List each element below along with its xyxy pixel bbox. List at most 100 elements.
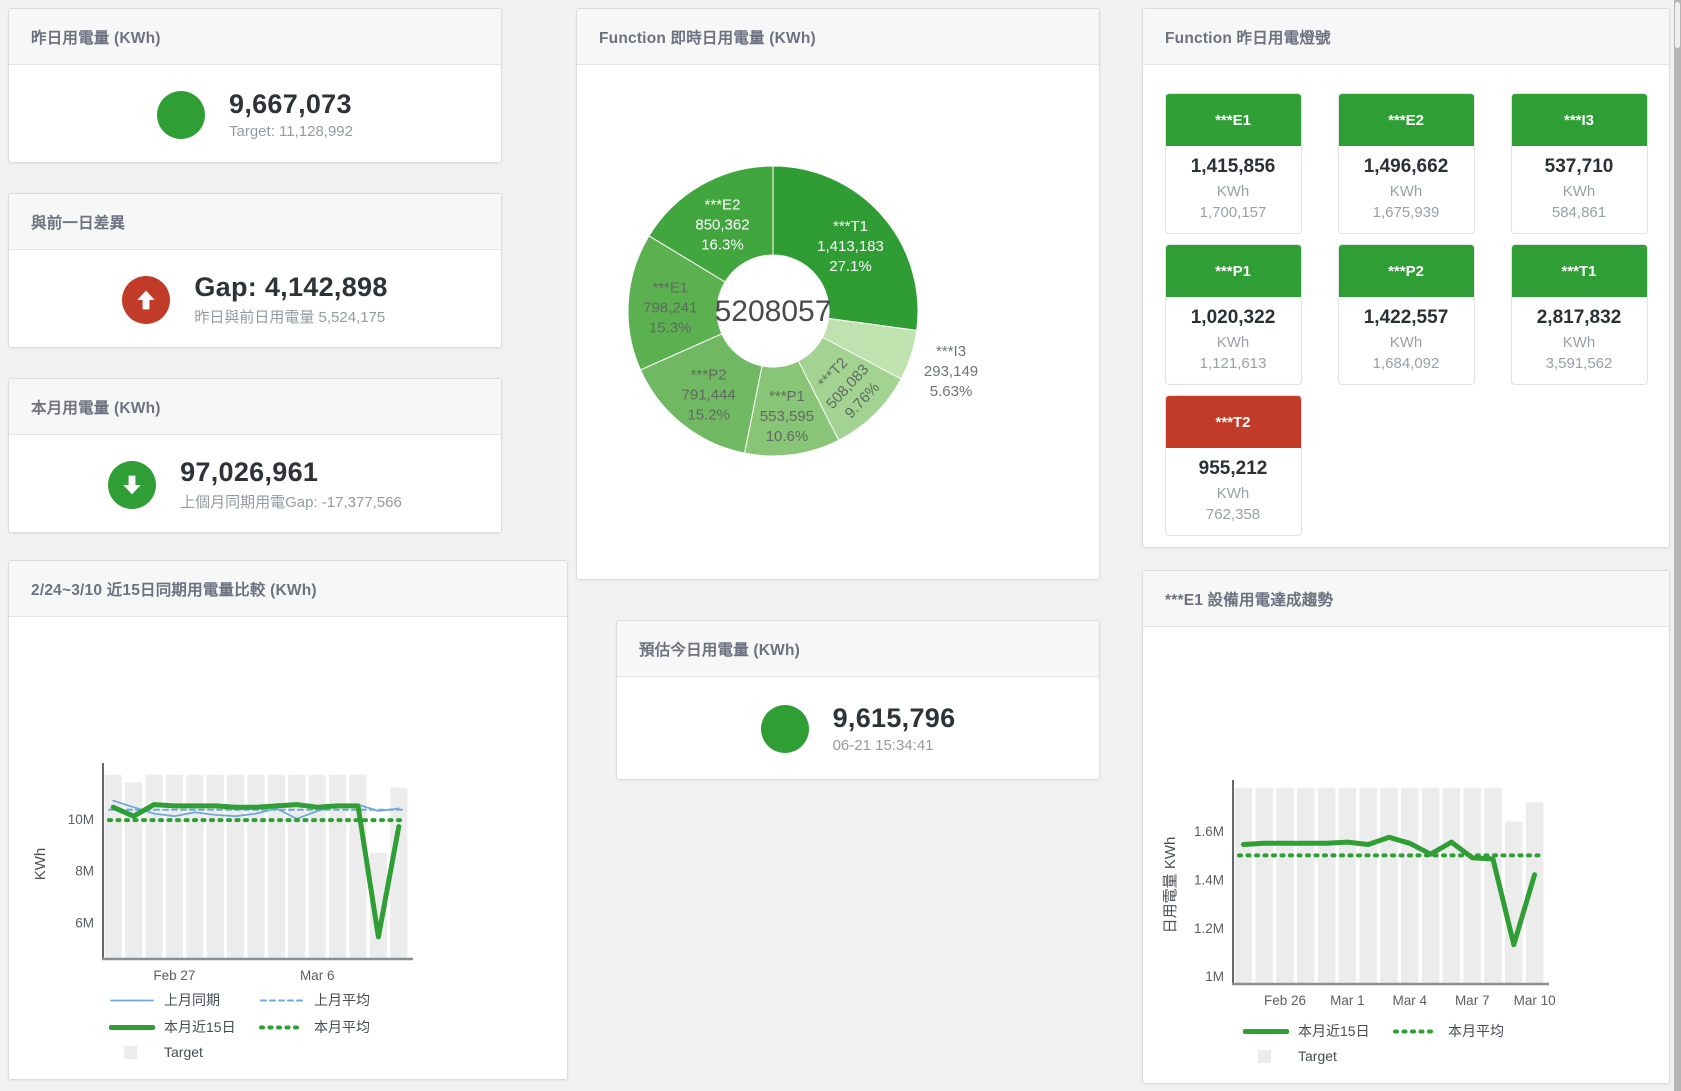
singlestat-month: 97,026,961 上個月同期用電Gap: -17,377,566 [9, 435, 501, 534]
target-bar [1255, 788, 1272, 984]
compare-chart-legend: 上月同期 上月平均本月近15日 本月平均 Target [109, 990, 439, 1067]
legend-swatch-icon [1243, 1024, 1289, 1039]
panel-title-month[interactable]: 本月用電量 (KWh) [9, 379, 501, 435]
singlestat-estimate: 9,615,796 06-21 15:34:41 [617, 677, 1099, 780]
tile-target: 1,121,613 [1166, 353, 1301, 375]
middle-column: Function 即時日用電量 (KWh) ***T11,413,18327.1… [576, 8, 1100, 780]
right-column: Function 昨日用電燈號 ***E11,415,856KWh1,700,1… [1142, 8, 1670, 1084]
panel-e1-trend: ***E1 設備用電達成趨勢 1M1.2M1.4M1.6M日用電量 KWhFeb… [1142, 570, 1670, 1084]
green-circle-icon [761, 705, 809, 753]
target-bar [268, 775, 285, 959]
legend-label: 本月近15日 [164, 1017, 236, 1037]
target-bar [1443, 788, 1460, 984]
panel-today-estimate: 預估今日用電量 (KWh) 9,615,796 06-21 15:34:41 [616, 620, 1100, 780]
panel-title-lights[interactable]: Function 昨日用電燈號 [1143, 9, 1669, 65]
light-tile-I3: ***I3537,710KWh584,861 [1511, 93, 1648, 234]
legend-item-thick_green[interactable]: 本月近15日 [109, 1017, 259, 1037]
tile-value: 2,817,832 [1512, 304, 1647, 332]
y-axis-label: KWh [32, 848, 49, 881]
x-tick-label: Feb 26 [1264, 993, 1306, 1008]
green-down-arrow-icon [108, 461, 156, 509]
scrollbar-thumb[interactable] [1675, 2, 1680, 48]
y-tick-label: 1.2M [1194, 921, 1224, 936]
stat-value: Gap: 4,142,898 [194, 272, 387, 303]
page-scrollbar[interactable] [1674, 0, 1681, 1091]
tile-target: 1,684,092 [1339, 353, 1474, 375]
light-tile-E1: ***E11,415,856KWh1,700,157 [1165, 93, 1302, 234]
red-up-arrow-icon [122, 276, 170, 324]
stat-subtext: 昨日與前日用電量 5,524,175 [194, 306, 387, 327]
panel-realtime-donut: Function 即時日用電量 (KWh) ***T11,413,18327.1… [576, 8, 1100, 580]
tile-unit: KWh [1339, 181, 1474, 203]
tile-value: 1,496,662 [1339, 153, 1474, 181]
panel-title-compare[interactable]: 2/24~3/10 近15日同期用電量比較 (KWh) [9, 561, 567, 617]
panel-title-gap[interactable]: 與前一日差異 [9, 194, 501, 250]
tile-body: 2,817,832KWh3,591,562 [1512, 297, 1647, 384]
donut-chart-canvas: ***T11,413,18327.1%***I3293,1495.63%***T… [588, 121, 1088, 501]
panel-title-yesterday[interactable]: 昨日用電量 (KWh) [9, 9, 501, 65]
y-tick-label: 6M [75, 916, 94, 931]
tile-status-header: ***I3 [1512, 94, 1647, 146]
legend-label: 本月近15日 [1298, 1021, 1370, 1041]
legend-item-thick_green[interactable]: 本月近15日 [1243, 1021, 1393, 1041]
legend-label: 本月平均 [314, 1017, 370, 1037]
legend-item-solid_blue[interactable]: 上月同期 [109, 990, 259, 1010]
light-tile-E2: ***E2 1,496,662KWh1,675,939 [1338, 93, 1475, 234]
stat-subtext: 上個月同期用電Gap: -17,377,566 [180, 491, 402, 512]
tile-target: 584,861 [1512, 202, 1647, 224]
panel-title-realtime[interactable]: Function 即時日用電量 (KWh) [577, 9, 1099, 65]
legend-swatch-icon [1393, 1024, 1439, 1039]
tile-target: 1,675,939 [1339, 202, 1474, 224]
tile-unit: KWh [1166, 483, 1301, 505]
tile-unit: KWh [1166, 332, 1301, 354]
panel-title-estimate[interactable]: 預估今日用電量 (KWh) [617, 621, 1099, 677]
tile-status-header: ***P2 [1339, 245, 1474, 297]
tile-body: 1,422,557KWh1,684,092 [1339, 297, 1474, 384]
stat-subtext: 06-21 15:34:41 [833, 737, 956, 754]
legend-label: 上月同期 [164, 990, 220, 1010]
target-bar [329, 775, 346, 959]
target-bar [1380, 788, 1397, 984]
tile-value: 537,710 [1512, 153, 1647, 181]
legend-swatch-icon [109, 1045, 155, 1060]
target-bar [186, 775, 203, 959]
lights-grid: ***E11,415,856KWh1,700,157 ***E2 1,496,662… [1143, 65, 1669, 536]
stat-value: 97,026,961 [180, 457, 402, 488]
panel-yesterday-usage: 昨日用電量 (KWh) 9,667,073 Target: 11,128,992 [8, 8, 502, 163]
panel-15day-compare: 2/24~3/10 近15日同期用電量比較 (KWh) 6M8M10MKWhFe… [8, 560, 568, 1080]
light-tile-P1: ***P1 1,020,322KWh1,121,613 [1165, 244, 1302, 385]
left-column: 昨日用電量 (KWh) 9,667,073 Target: 11,128,992… [8, 8, 568, 1080]
legend-swatch-icon [109, 993, 155, 1008]
tile-target: 3,591,562 [1512, 353, 1647, 375]
target-bar [247, 775, 264, 959]
stat-subtext: Target: 11,128,992 [229, 123, 353, 140]
legend-item-target_box[interactable]: Target [109, 1044, 259, 1060]
legend-item-dashed_blue[interactable]: 上月平均 [259, 990, 409, 1010]
tile-value: 1,020,322 [1166, 304, 1301, 332]
x-tick-label: Mar 7 [1455, 993, 1490, 1008]
y-tick-label: 1M [1205, 969, 1224, 984]
legend-item-dotted_green[interactable]: 本月平均 [259, 1017, 409, 1037]
legend-item-dotted_green[interactable]: 本月平均 [1393, 1021, 1543, 1041]
target-bar [1359, 788, 1376, 984]
target-bar [1297, 788, 1314, 984]
compare-chart-area: 6M8M10MKWhFeb 27Mar 6 上月同期上月平均本月近15日本月平均… [9, 617, 567, 1079]
target-bar [227, 775, 244, 959]
singlestat-gap: Gap: 4,142,898 昨日與前日用電量 5,524,175 [9, 250, 501, 349]
legend-item-target_box[interactable]: Target [1243, 1048, 1393, 1064]
tile-status-header: ***E2 [1339, 94, 1474, 146]
panel-month-usage: 本月用電量 (KWh) 97,026,961 上個月同期用電Gap: -17,3… [8, 378, 502, 533]
e1-trend-chart-legend: 本月近15日 本月平均Target [1243, 1021, 1573, 1071]
tile-body: 955,212KWh762,358 [1166, 448, 1301, 535]
tile-unit: KWh [1166, 181, 1301, 203]
stat-value: 9,667,073 [229, 89, 353, 120]
panel-title-e1-trend[interactable]: ***E1 設備用電達成趨勢 [1143, 571, 1669, 627]
legend-swatch-icon [109, 1020, 155, 1035]
e1-trend-chart-area: 1M1.2M1.4M1.6M日用電量 KWhFeb 26Mar 1Mar 4Ma… [1143, 627, 1669, 1083]
light-tile-T1: ***T12,817,832KWh3,591,562 [1511, 244, 1648, 385]
legend-swatch-icon [259, 1020, 305, 1035]
tile-status-header: ***P1 [1166, 245, 1301, 297]
tile-unit: KWh [1512, 332, 1647, 354]
target-bar [1463, 788, 1480, 984]
legend-label: Target [164, 1044, 203, 1060]
